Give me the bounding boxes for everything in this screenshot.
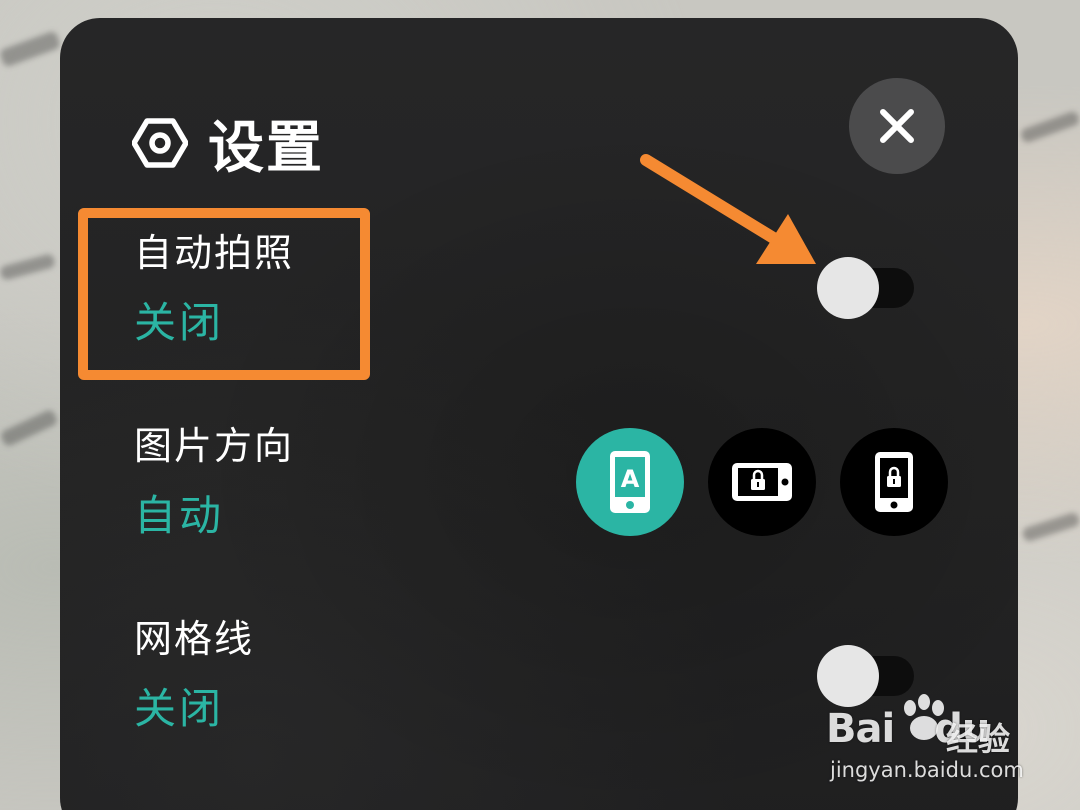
setting-label: 网格线 (134, 617, 255, 661)
background-blur (0, 408, 59, 448)
baidu-watermark: Bai du 经验 jingyan.baidu.com (826, 692, 1036, 792)
auto-rotate-phone-icon: A (610, 451, 650, 513)
background-blur (1021, 511, 1080, 543)
orientation-landscape-lock-button[interactable] (708, 428, 816, 536)
background-blur (1019, 110, 1080, 144)
watermark-product: 经验 (946, 720, 1011, 758)
lock-portrait-icon (875, 452, 913, 512)
hexagon-gear-icon (132, 115, 188, 171)
setting-orientation: 图片方向 自动 (134, 424, 294, 540)
setting-label: 图片方向 (134, 424, 295, 468)
annotation-highlight-box (78, 208, 370, 380)
orientation-portrait-lock-button[interactable] (840, 428, 948, 536)
auto-capture-toggle[interactable] (817, 257, 914, 319)
auto-glyph: A (621, 465, 640, 493)
setting-grid-lines: 网格线 关闭 (134, 617, 254, 733)
background-blur (0, 253, 56, 281)
watermark-url: jingyan.baidu.com (830, 758, 1024, 782)
setting-value: 关闭 (134, 684, 225, 733)
close-button[interactable] (849, 78, 945, 174)
close-icon (880, 109, 914, 143)
lock-landscape-icon (732, 463, 792, 501)
annotation-arrow-icon (640, 154, 816, 264)
page-title: 设置 (208, 115, 324, 181)
orientation-auto-button[interactable]: A (576, 428, 684, 536)
settings-header: 设置 (132, 104, 324, 182)
background-blur (0, 30, 62, 68)
grid-lines-toggle[interactable] (817, 645, 914, 707)
setting-value: 自动 (134, 491, 225, 540)
